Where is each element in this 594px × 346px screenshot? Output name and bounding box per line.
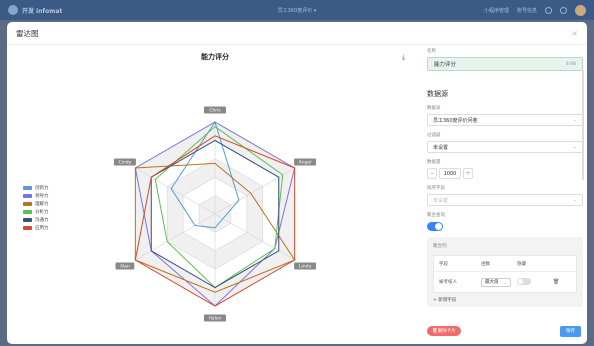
radar-axis-label: Chris	[209, 108, 221, 114]
legend-label: 分析力	[35, 210, 49, 215]
func-select[interactable]: 最大值 ⌄	[481, 277, 511, 287]
legend-label: 理解力	[35, 202, 49, 207]
count-input[interactable]: 1000	[439, 168, 461, 179]
legend-swatch	[23, 218, 32, 222]
app-logo	[8, 5, 18, 15]
topbar-item-account[interactable]: 账号信息	[517, 7, 537, 14]
legend-item[interactable]: 创新力	[23, 184, 49, 192]
table-select[interactable]: 员工360度评价问卷 ⌄	[427, 114, 583, 126]
legend-item[interactable]: 理解力	[23, 200, 49, 208]
app-topbar-right: 小程序管理 账号信息	[484, 4, 586, 16]
filter-label: 过滤器	[427, 133, 441, 138]
aggregate-label: 聚合查询	[427, 213, 445, 218]
table-row: 被考核人 最大值 ⌄ 🗑	[434, 272, 576, 292]
chevron-down-icon: ⌄	[503, 279, 507, 285]
name-label: 名称	[427, 49, 436, 54]
delete-card-button[interactable]: 🗑 删除卡片	[427, 326, 461, 336]
func-select-wrap: 最大值 ⌄	[481, 277, 517, 287]
app-topbar: 开发 infomat 员工360度评价 ▾ 小程序管理 账号信息	[0, 0, 594, 20]
legend-label: 应用力	[35, 226, 49, 231]
table-header-row: 字段 函数 隐藏	[434, 256, 576, 272]
group-label: 聚合列	[433, 244, 447, 249]
chevron-down-icon: ⌄	[573, 117, 577, 123]
hidden-toggle-wrap	[517, 277, 547, 287]
legend-swatch	[23, 226, 32, 230]
radar-axis-label: Cindy	[119, 160, 132, 166]
section-title-datasource: 数据源	[427, 90, 448, 98]
radar-axis-label: Alan	[120, 264, 130, 270]
aggregate-table: 字段 函数 隐藏 被考核人 最大值 ⌄ 🗑	[433, 255, 577, 293]
add-field-button[interactable]: + 新增字段	[433, 297, 577, 303]
notification-icon[interactable]	[560, 6, 567, 14]
count-label: 数据量	[427, 160, 441, 165]
avatar[interactable]	[575, 4, 586, 16]
trash-icon[interactable]: 🗑	[553, 279, 559, 285]
legend-swatch	[23, 194, 32, 198]
settings-panel: 名称 能力评分 4/48 数据源 数据表 员工360度评价问卷 ⌄ 过滤器 未设…	[427, 48, 583, 344]
hidden-toggle[interactable]	[517, 277, 531, 285]
legend-item[interactable]: 分析力	[23, 208, 49, 216]
modal-title: 雷达图	[16, 28, 39, 38]
legend-swatch	[23, 186, 32, 190]
col-field-header: 字段	[439, 261, 448, 267]
settings-scrollbar[interactable]	[582, 70, 584, 180]
legend-swatch	[23, 210, 32, 214]
filter-value: 未设置	[433, 144, 449, 151]
filter-select[interactable]: 未设置 ⌄	[427, 141, 583, 153]
sort-label: 排序字段	[427, 186, 445, 191]
col-hidden-header: 隐藏	[517, 261, 526, 267]
radar-axis-label: Helen	[208, 316, 221, 322]
topbar-item-miniprogram[interactable]: 小程序管理	[484, 7, 509, 14]
table-value: 员工360度评价问卷	[433, 117, 478, 124]
legend-swatch	[23, 202, 32, 206]
name-input[interactable]: 能力评分 4/48	[427, 57, 583, 71]
aggregate-box: 聚合列 字段 函数 隐藏 被考核人 最大值 ⌄ 🗑 + 新增字段	[427, 237, 583, 307]
col-func-header: 函数	[481, 261, 490, 267]
increment-button[interactable]: +	[463, 168, 473, 179]
legend-label: 领导力	[35, 194, 49, 199]
legend-item[interactable]: 沟通力	[23, 216, 49, 224]
name-count: 4/48	[565, 61, 576, 67]
aggregate-toggle[interactable]	[427, 222, 443, 231]
add-field-label: 新增字段	[438, 298, 457, 303]
radar-axis-label: Linda	[299, 264, 311, 270]
chart-legend: 创新力领导力理解力分析力沟通力应用力	[23, 184, 49, 232]
radar-chart: Chris Angel Linda Helen Alan Cindy	[113, 106, 317, 322]
chart-preview: 能力评分 ⤓ Chris Angel Linda Helen Alan Cindy 创新力…	[11, 48, 419, 340]
decrement-button[interactable]: −	[427, 168, 437, 179]
save-button[interactable]: 保存	[560, 325, 581, 337]
legend-item[interactable]: 领导力	[23, 192, 49, 200]
name-value: 能力评分	[434, 62, 457, 68]
settings-icon[interactable]	[545, 6, 552, 14]
close-icon[interactable]: ×	[571, 29, 578, 38]
chevron-down-icon: ⌄	[573, 197, 577, 203]
sort-select[interactable]: 未设置 ⌄	[427, 194, 583, 206]
chevron-down-icon: ⌄	[573, 144, 577, 150]
delete-label: 删除卡片	[437, 329, 456, 334]
table-label: 数据表	[427, 106, 441, 111]
func-value: 最大值	[485, 280, 499, 285]
count-stepper: − 1000 +	[427, 168, 583, 179]
app-brand: 开发 infomat	[22, 7, 63, 15]
sort-value: 未设置	[433, 197, 449, 204]
legend-label: 沟通力	[35, 218, 49, 223]
modal-header: 雷达图 ×	[7, 22, 587, 45]
legend-item[interactable]: 应用力	[23, 224, 49, 232]
radar-axis-label: Angel	[299, 160, 312, 166]
legend-label: 创新力	[35, 186, 49, 191]
modal-footer: 🗑 删除卡片 保存	[427, 324, 583, 338]
row-field: 被考核人	[439, 280, 457, 285]
